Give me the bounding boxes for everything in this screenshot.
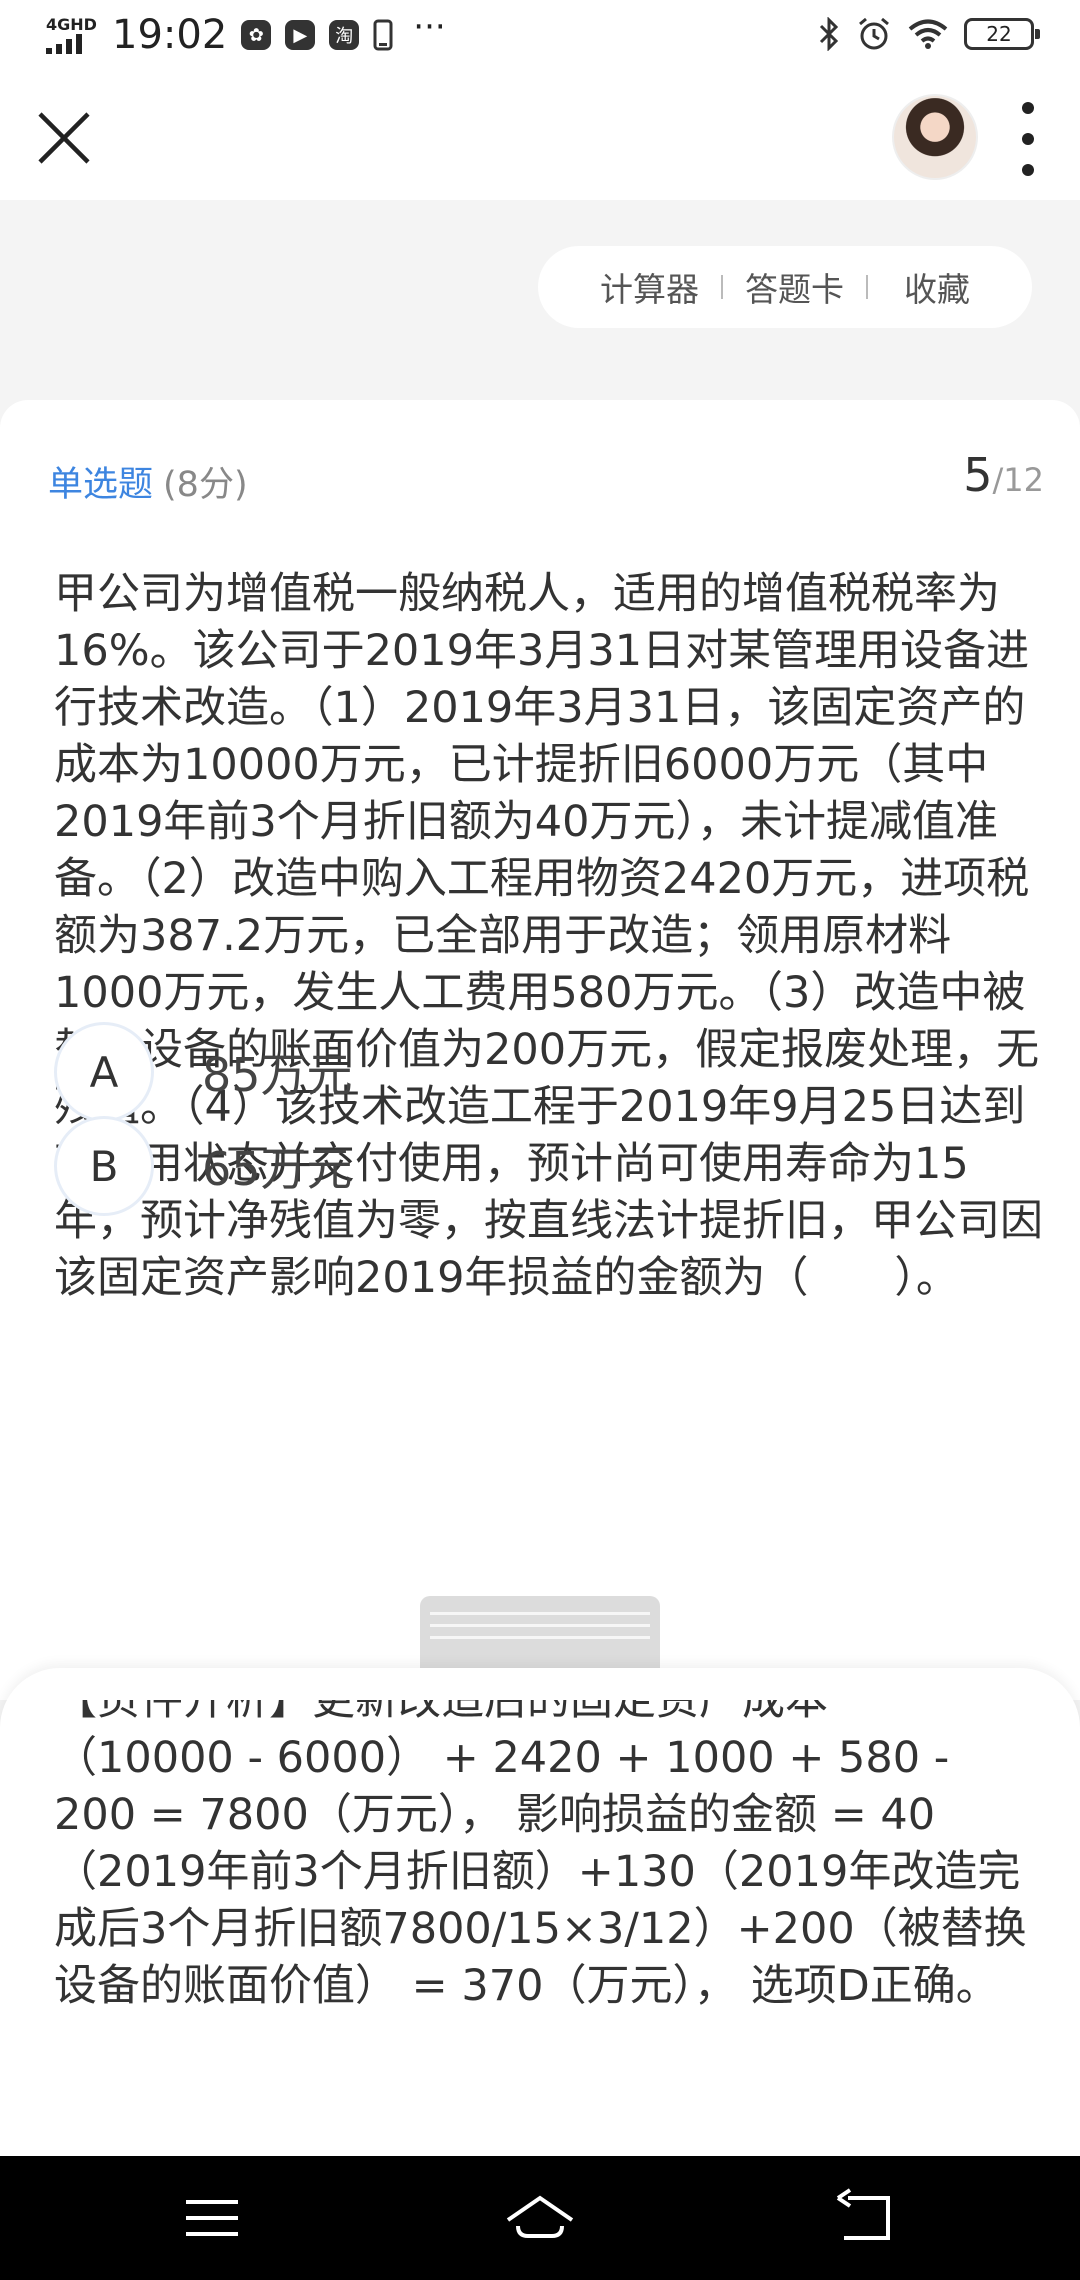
analysis-content: 【页件开析】更新改造后的固定资产成本 （10000 - 6000） + 2420… — [54, 1700, 1034, 2015]
current-question-number: 5 — [963, 448, 993, 502]
question-progress: 5/12 — [963, 448, 1044, 502]
analysis-text: （10000 - 6000） + 2420 + 1000 + 580 - 200… — [54, 1733, 1027, 2011]
video-icon: ▶ — [285, 20, 316, 50]
battery-indicator: 22 — [964, 18, 1040, 50]
avatar[interactable] — [892, 94, 978, 180]
menu-icon[interactable] — [172, 2186, 252, 2250]
bluetooth-icon — [819, 17, 839, 51]
question-card: 单选题 (8分) 5/12 甲公司为增值税一般纳税人，适用的增值税税率为16%。该… — [0, 400, 1080, 1700]
option-b[interactable]: B 65万元 — [54, 1116, 954, 1216]
clock: 19:02 — [112, 12, 228, 58]
status-bar: 4GHD 19:02 ✿ ▶ 淘 ··· 22 — [0, 0, 1080, 70]
question-score: (8分) — [163, 465, 248, 505]
calculator-button[interactable]: 计算器 — [578, 263, 721, 311]
option-letter: A — [54, 1022, 154, 1122]
status-more: ··· — [413, 7, 446, 47]
taobao-icon: 淘 — [329, 20, 360, 50]
dot-icon — [1022, 102, 1034, 114]
signal-icon — [46, 34, 82, 54]
drag-handle[interactable] — [420, 1596, 660, 1676]
network-indicator: 4GHD — [46, 16, 98, 54]
dot-icon — [1022, 133, 1034, 145]
more-options-button[interactable] — [1010, 102, 1046, 176]
option-a[interactable]: A 85万元 — [54, 1022, 954, 1122]
phone-icon — [373, 19, 393, 51]
option-letter: B — [54, 1116, 154, 1216]
answer-card-button[interactable]: 答题卡 — [723, 263, 866, 311]
home-icon[interactable] — [500, 2186, 580, 2250]
question-type-label: 单选题 — [48, 465, 154, 505]
dot-icon — [1022, 164, 1034, 176]
top-nav — [0, 70, 1080, 200]
favorite-button[interactable]: 收藏 — [868, 263, 992, 311]
close-icon[interactable] — [36, 110, 92, 166]
wechat-icon: ✿ — [241, 20, 272, 50]
total-questions: /12 — [992, 461, 1045, 499]
exam-toolbar: 计算器 答题卡 收藏 — [538, 246, 1032, 328]
network-type: 4GHD — [46, 15, 97, 34]
analysis-partial-line: 【页件开析】更新改造后的固定资产成本 — [54, 1700, 828, 1725]
question-type: 单选题 (8分) — [48, 456, 248, 507]
wifi-icon — [908, 19, 948, 49]
alarm-icon — [859, 17, 889, 50]
option-text: 85万元 — [202, 1048, 353, 1102]
system-nav-bar — [0, 2156, 1080, 2280]
back-icon[interactable] — [828, 2186, 908, 2250]
option-text: 65万元 — [202, 1142, 353, 1196]
analysis-sheet[interactable]: 【页件开析】更新改造后的固定资产成本 （10000 - 6000） + 2420… — [0, 1668, 1080, 2156]
